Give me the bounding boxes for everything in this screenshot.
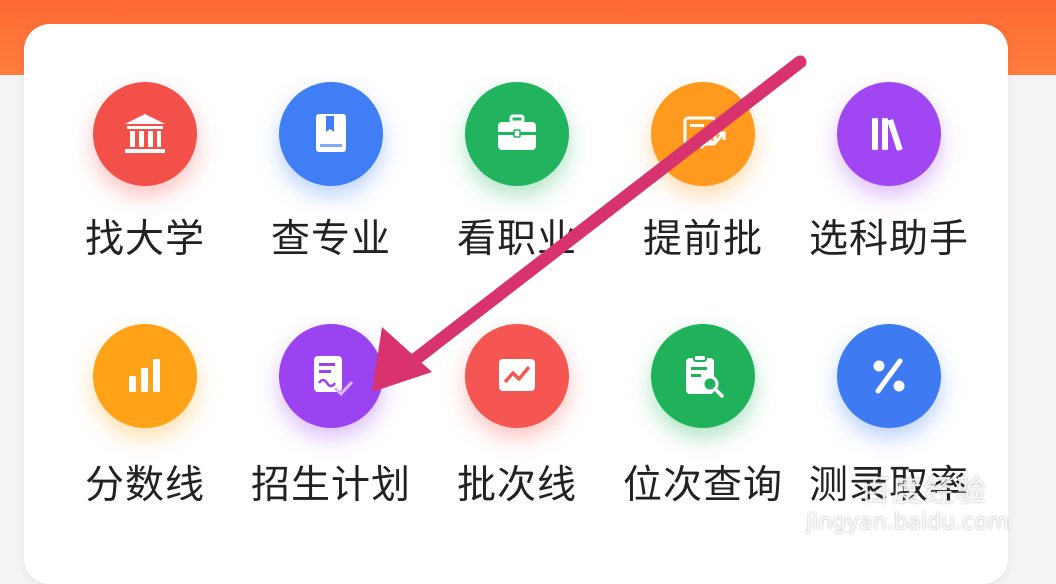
menu-item-label: 招生计划 — [250, 463, 411, 508]
menu-item-rank-query[interactable]: 位次查询 — [610, 24, 796, 508]
watermark: 百度经验 jingyan.baidu.com — [800, 458, 1050, 548]
watermark-brand: 百度经验 — [860, 474, 988, 509]
percent-icon — [837, 324, 941, 428]
menu-item-admission-rate[interactable]: 测录取率 — [796, 24, 982, 508]
menu-item-label: 批次线 — [456, 463, 577, 508]
document-check-icon — [279, 324, 383, 428]
watermark-url: jingyan.baidu.com — [806, 510, 1010, 535]
menu-item-enrollment-plan[interactable]: 招生计划 — [238, 24, 424, 508]
clipboard-search-icon — [651, 324, 755, 428]
menu-item-label: 分数线 — [84, 463, 205, 508]
menu-item-batch-line[interactable]: 批次线 — [424, 24, 610, 508]
menu-item-score-line[interactable]: 分数线 — [52, 24, 238, 508]
line-chart-icon — [465, 324, 569, 428]
menu-item-label: 位次查询 — [622, 463, 783, 508]
bar-chart-icon — [93, 324, 197, 428]
